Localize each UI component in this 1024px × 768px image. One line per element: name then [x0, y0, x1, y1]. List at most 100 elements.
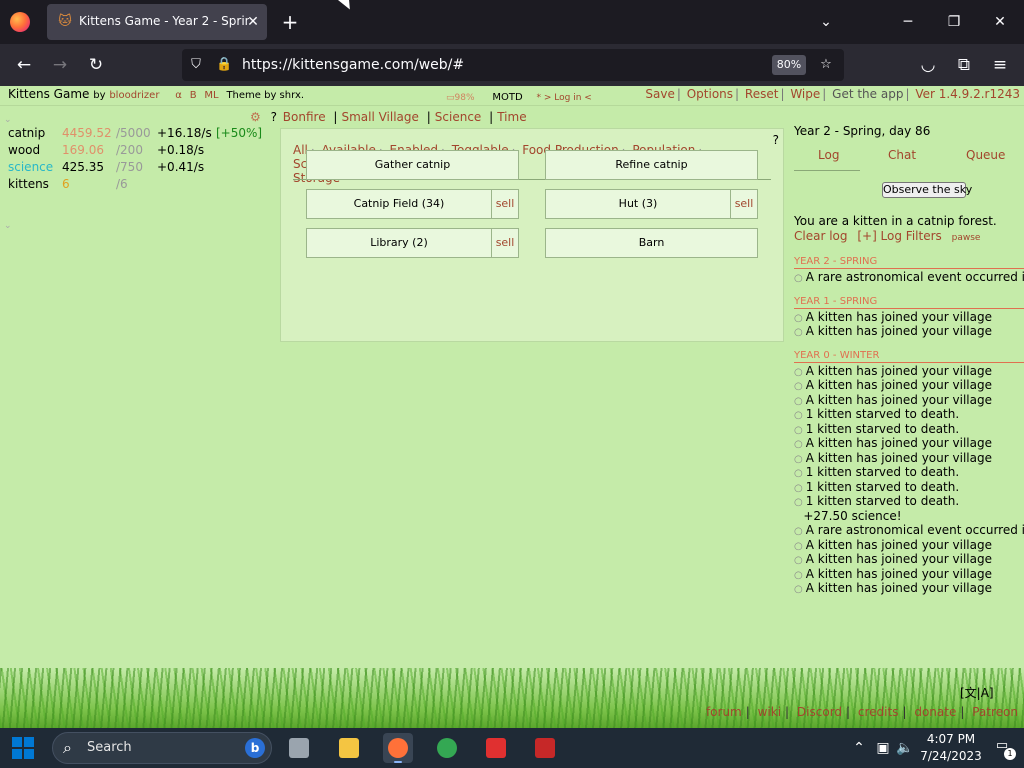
flash-glyph [535, 738, 555, 758]
windows-start-icon[interactable] [12, 737, 34, 759]
resource-row-science[interactable]: science 425.35/750 +0.41/s [8, 160, 268, 176]
wipe-link[interactable]: Wipe [790, 87, 820, 101]
login-link[interactable]: * > Log in < [537, 93, 592, 103]
building-barn[interactable]: Barn [545, 228, 758, 258]
sell-button[interactable]: sell [730, 190, 757, 218]
browser-tab-strip: 🐱 Kittens Game - Year 2 - Spring, day 86… [0, 0, 1024, 44]
tray-chevron-icon[interactable]: ⌃ [850, 738, 868, 758]
gear-icon[interactable]: ⚙ [250, 110, 261, 124]
help-icon[interactable]: ? [271, 110, 277, 124]
discord-link[interactable]: Discord [797, 705, 842, 719]
forward-arrow-icon[interactable]: → [48, 53, 72, 77]
building-hut-3[interactable]: Hut (3) sell [545, 189, 758, 219]
taskbar-firefox-icon[interactable] [383, 733, 413, 763]
forum-link[interactable]: forum [706, 705, 742, 719]
building-catnip-field-34[interactable]: Catnip Field (34) sell [306, 189, 519, 219]
building-gather-catnip[interactable]: Gather catnip [306, 150, 519, 180]
taskbar-chrome-icon[interactable] [432, 733, 462, 763]
log-bullet-icon: ○ [794, 555, 803, 566]
observe-sky-button[interactable]: Observe the sky [882, 182, 972, 198]
minimize-window-button[interactable]: ─ [896, 10, 920, 34]
tracking-shield-icon[interactable]: ⛉ [188, 57, 204, 73]
resource-rate: +0.18/s [157, 143, 205, 157]
top-links: Save | Options | Reset | Wipe | Get the app |… [645, 87, 1020, 101]
author-link[interactable]: bloodrizer [109, 90, 159, 101]
log-line: ○ A rare astronomical event occurred in [794, 270, 1024, 286]
wiki-link[interactable]: wiki [758, 705, 781, 719]
motd-link[interactable]: MOTD [492, 92, 522, 103]
extensions-icon[interactable]: ⧉ [952, 53, 976, 77]
reload-icon[interactable]: ↻ [84, 53, 108, 77]
expand-caret-icon[interactable]: ⌄ [4, 221, 12, 231]
log-bullet-icon: ○ [794, 453, 803, 465]
panel-help-icon[interactable]: ? [773, 133, 779, 147]
sell-button[interactable]: sell [491, 190, 518, 218]
pawse-link[interactable]: pawse [952, 233, 981, 243]
clear-log-link[interactable]: Clear log [794, 229, 848, 243]
sell-button[interactable]: sell [491, 229, 518, 257]
tab-chat[interactable]: Chat [888, 148, 916, 162]
version-link[interactable]: Ver 1.4.9.2.r1243 [915, 87, 1020, 101]
resource-row-catnip[interactable]: catnip 4459.52/5000 +16.18/s [+50%] [8, 126, 268, 142]
donate-link[interactable]: donate [914, 705, 956, 719]
ml-option[interactable]: ML [204, 90, 218, 101]
taskbar-file-explorer-icon[interactable] [334, 733, 364, 763]
reset-link[interactable]: Reset [745, 87, 779, 101]
get-app-link[interactable]: Get the app [832, 87, 903, 101]
close-window-button[interactable]: ✕ [988, 10, 1012, 34]
restore-window-button[interactable]: ❐ [942, 10, 966, 34]
browser-tab[interactable]: 🐱 Kittens Game - Year 2 - Spring, day 86… [47, 4, 267, 40]
taskbar-search[interactable]: ⌕ Search b [52, 732, 272, 764]
bing-icon[interactable]: b [245, 738, 265, 758]
taskbar-red-app-icon[interactable] [481, 733, 511, 763]
resource-row-wood[interactable]: wood 169.06/200 +0.18/s [8, 143, 268, 159]
taskbar-flash-icon[interactable] [530, 733, 560, 763]
save-link[interactable]: Save [645, 87, 674, 101]
back-arrow-icon[interactable]: ← [12, 53, 36, 77]
options-link[interactable]: Options [687, 87, 733, 101]
building-refine-catnip[interactable]: Refine catnip [545, 150, 758, 180]
tab-queue[interactable]: Queue [966, 148, 1005, 162]
log-line: ○ A kitten has joined your village [794, 581, 992, 597]
resource-amount: 169.06 [62, 143, 104, 157]
log-text: +27.50 science! [803, 508, 902, 523]
log-text: A kitten has joined your village [805, 324, 992, 338]
bookmark-star-icon[interactable]: ☆ [818, 57, 834, 73]
pocket-icon[interactable]: ◡ [916, 53, 940, 77]
intro-text: You are a kitten in a catnip forest. [794, 214, 997, 228]
collapse-caret-icon[interactable]: ⌄ [4, 115, 12, 125]
network-icon[interactable]: ▣ [874, 738, 892, 758]
tab-log[interactable]: Log [818, 148, 839, 162]
tab-time[interactable]: Time [497, 110, 526, 124]
resource-row-kittens[interactable]: kittens 6/6 [8, 177, 268, 193]
tab-list-chevron-icon[interactable]: ⌄ [814, 10, 838, 34]
patreon-link[interactable]: Patreon [972, 705, 1018, 719]
taskbar-task-view-icon[interactable] [284, 733, 314, 763]
main-tabs: ⚙ ? Bonfire | Small Village | Science | Tim… [250, 110, 527, 124]
new-tab-button[interactable]: + [280, 10, 300, 34]
zoom-level-badge[interactable]: 80% [772, 55, 806, 75]
resource-name: catnip [8, 126, 46, 140]
log-text: 1 kitten starved to death. [805, 465, 960, 479]
b-option[interactable]: B [190, 90, 197, 101]
volume-icon[interactable]: 🔈 [896, 738, 914, 758]
taskbar-clock[interactable]: 4:07 PM 7/24/2023 [918, 731, 984, 765]
building-library-2[interactable]: Library (2) sell [306, 228, 519, 258]
lock-icon[interactable]: 🔒 [216, 57, 232, 73]
firefox-menu-icon[interactable] [10, 12, 30, 32]
url-bar[interactable]: ⛉ 🔒 https://kittensgame.com/web/# 80% ☆ [182, 49, 844, 81]
url-text[interactable]: https://kittensgame.com/web/# [242, 57, 464, 73]
close-tab-icon[interactable]: ✕ [245, 12, 261, 32]
language-toggle[interactable]: [文|A] [960, 684, 994, 701]
clock-time: 4:07 PM [926, 732, 976, 746]
building-label: Barn [638, 236, 665, 249]
firefox-glyph [388, 738, 408, 758]
tab-bonfire[interactable]: Bonfire [283, 110, 326, 124]
tab-science[interactable]: Science [435, 110, 482, 124]
credits-link[interactable]: credits [858, 705, 899, 719]
alpha-option[interactable]: α [175, 90, 182, 101]
log-filters-link[interactable]: [+] Log Filters [857, 229, 941, 243]
app-menu-icon[interactable]: ≡ [988, 53, 1012, 77]
tab-small-village[interactable]: Small Village [341, 110, 418, 124]
log-bullet-icon: ○ [794, 424, 803, 436]
